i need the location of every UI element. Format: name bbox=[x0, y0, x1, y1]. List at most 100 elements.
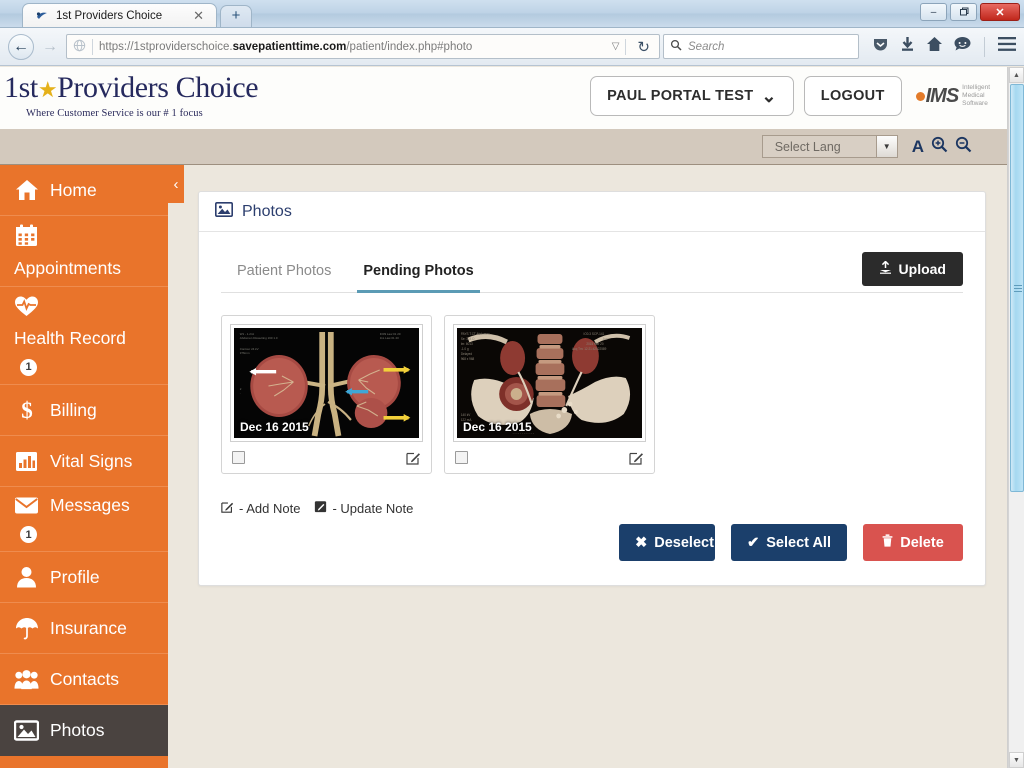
url-separator bbox=[92, 38, 93, 55]
sidebar-item-vital-signs[interactable]: Vital Signs bbox=[0, 436, 168, 488]
scrollbar-thumb[interactable] bbox=[1010, 84, 1024, 492]
site-logo[interactable]: 1st★Providers Choice Where Customer Serv… bbox=[4, 71, 259, 120]
delete-button[interactable]: Delete bbox=[863, 524, 963, 561]
photo-card[interactable]: W1 - 1.2ml Abdomen Dissecting 160 1.0 Co… bbox=[221, 315, 432, 474]
sidebar-item-appointments[interactable]: Appointments bbox=[0, 216, 168, 288]
window-close-button[interactable]: ✕ bbox=[980, 3, 1020, 21]
umbrella-icon bbox=[14, 617, 39, 640]
font-normal-button[interactable]: A bbox=[912, 137, 924, 157]
back-icon[interactable]: ← bbox=[8, 33, 34, 60]
logout-button[interactable]: LOGOUT bbox=[803, 76, 902, 116]
sidebar-item-insurance[interactable]: Insurance bbox=[0, 603, 168, 655]
select-all-label: Select All bbox=[766, 534, 831, 551]
photo-thumbnail[interactable]: PAYS T.CT-Abdomen Se: 304 D Im: 6013 -1.… bbox=[457, 328, 642, 438]
chevron-down-icon: ⌄ bbox=[761, 85, 777, 106]
language-toolbar: Select Lang ▼ A bbox=[0, 129, 1008, 165]
svg-text:PAYS T.CT-Abdomen: PAYS T.CT-Abdomen bbox=[461, 332, 490, 336]
home-icon[interactable] bbox=[926, 36, 943, 57]
sidebar-item-billing[interactable]: $ Billing bbox=[0, 385, 168, 437]
sidebar-label: Messages bbox=[50, 495, 130, 516]
add-note-icon[interactable] bbox=[629, 450, 644, 465]
address-bar[interactable]: https://1stproviderschoice.savepatientti… bbox=[66, 34, 660, 59]
sidebar-label: Profile bbox=[50, 567, 100, 588]
logo-wordmark: 1st★Providers Choice bbox=[4, 71, 259, 104]
sidebar-item-photos[interactable]: Photos bbox=[0, 705, 168, 757]
user-menu-button[interactable]: PAUL PORTAL TEST ⌄ bbox=[590, 76, 794, 116]
language-select-value: Select Lang bbox=[774, 139, 841, 154]
chat-icon[interactable] bbox=[954, 36, 971, 57]
photo-frame: W1 - 1.2ml Abdomen Dissecting 160 1.0 Co… bbox=[230, 324, 423, 442]
sidebar-collapse-button[interactable]: ‹ bbox=[168, 165, 184, 203]
scrollbar-grip-icon bbox=[1014, 285, 1022, 292]
pocket-icon[interactable] bbox=[872, 36, 889, 58]
upload-button[interactable]: Upload bbox=[861, 252, 963, 286]
new-tab-button[interactable]: + bbox=[220, 5, 252, 27]
svg-text:11L Law 01 20: 11L Law 01 20 bbox=[380, 336, 399, 340]
bar-chart-icon bbox=[14, 451, 39, 472]
user-menu-label: PAUL PORTAL TEST bbox=[607, 88, 754, 104]
photo-card-actions bbox=[230, 442, 423, 473]
tab-pending-photos[interactable]: Pending Photos bbox=[347, 253, 489, 293]
chevron-down-icon[interactable]: ▼ bbox=[875, 136, 897, 157]
search-input[interactable]: Search bbox=[663, 34, 859, 59]
tab-close-icon[interactable]: ✕ bbox=[189, 9, 208, 22]
language-select[interactable]: Select Lang ▼ bbox=[761, 135, 898, 158]
url-dropdown-icon[interactable]: ▽ bbox=[612, 41, 620, 52]
add-note-icon[interactable] bbox=[406, 450, 421, 465]
ims-logo: IMS Intelligent Medical Software bbox=[912, 84, 1008, 108]
main-content: Photos Patient Photos Pending Photos Upl… bbox=[168, 165, 1008, 768]
upload-label: Upload bbox=[898, 261, 946, 277]
heartbeat-icon bbox=[14, 295, 39, 317]
svg-text:-: - bbox=[240, 391, 241, 395]
downloads-icon[interactable] bbox=[900, 36, 915, 57]
photo-card[interactable]: PAYS T.CT-Abdomen Se: 304 D Im: 6013 -1.… bbox=[444, 315, 655, 474]
select-all-button[interactable]: ✔ Select All bbox=[731, 524, 847, 561]
tab-strip: 1st Providers Choice ✕ + bbox=[22, 3, 252, 27]
sidebar-item-home[interactable]: Home bbox=[0, 165, 168, 216]
photo-thumbnail[interactable]: W1 - 1.2ml Abdomen Dissecting 160 1.0 Co… bbox=[234, 328, 419, 438]
sidebar-item-my[interactable]: My bbox=[0, 756, 168, 768]
sidebar-badge: 1 bbox=[20, 359, 37, 377]
browser-tab[interactable]: 1st Providers Choice ✕ bbox=[22, 3, 217, 27]
sidebar-item-contacts[interactable]: Contacts bbox=[0, 654, 168, 706]
toolbar-divider bbox=[984, 36, 985, 57]
minimize-button[interactable]: – bbox=[920, 3, 947, 21]
svg-text:Delayed: Delayed bbox=[461, 352, 472, 356]
scroll-up-arrow-icon[interactable]: ▲ bbox=[1009, 67, 1024, 83]
sidebar-item-messages[interactable]: Messages 1 bbox=[0, 487, 168, 553]
photo-select-checkbox[interactable] bbox=[455, 451, 468, 464]
url-text: https://1stproviderschoice.savepatientti… bbox=[99, 40, 473, 53]
deselect-all-button[interactable]: ✖ Deselect All bbox=[619, 524, 716, 561]
deselect-all-label: Deselect All bbox=[654, 534, 715, 551]
trash-icon bbox=[882, 534, 893, 551]
logo-tagline: Where Customer Service is our # 1 focus bbox=[26, 108, 203, 119]
zoom-out-icon[interactable] bbox=[955, 136, 972, 158]
ims-tagline: Intelligent Medical Software bbox=[962, 83, 990, 108]
photo-date-overlay: Dec 16 2015 bbox=[240, 420, 309, 434]
user-icon bbox=[14, 566, 39, 588]
envelope-icon bbox=[14, 496, 39, 515]
page-scrollbar[interactable]: ▲ ▼ bbox=[1008, 67, 1024, 768]
zoom-in-icon[interactable] bbox=[931, 136, 948, 158]
scroll-down-arrow-icon[interactable]: ▼ bbox=[1009, 752, 1024, 768]
forward-icon[interactable]: → bbox=[37, 34, 63, 60]
sidebar-item-health-record[interactable]: Health Record 1 bbox=[0, 287, 168, 386]
sidebar-item-profile[interactable]: Profile bbox=[0, 552, 168, 604]
page-title: Photos bbox=[242, 202, 292, 220]
photo-card-actions bbox=[453, 442, 646, 473]
photo-icon bbox=[215, 201, 233, 222]
reload-icon[interactable]: ↻ bbox=[632, 38, 655, 56]
maximize-button[interactable] bbox=[950, 3, 977, 21]
tab-patient-photos[interactable]: Patient Photos bbox=[221, 253, 347, 292]
photo-frame: PAYS T.CT-Abdomen Se: 304 D Im: 6013 -1.… bbox=[453, 324, 646, 442]
logo-star-icon: ★ bbox=[37, 77, 58, 102]
photo-legend: - Add Note - Update Note bbox=[221, 474, 963, 516]
sidebar-label: Contacts bbox=[50, 669, 120, 690]
update-note-icon bbox=[314, 500, 327, 516]
hamburger-menu-icon[interactable] bbox=[998, 37, 1016, 56]
sidebar-label: Billing bbox=[50, 400, 97, 421]
ims-wordmark: IMS bbox=[925, 84, 960, 107]
web-page: 1st★Providers Choice Where Customer Serv… bbox=[0, 67, 1008, 768]
photo-select-checkbox[interactable] bbox=[232, 451, 245, 464]
site-header: 1st★Providers Choice Where Customer Serv… bbox=[0, 67, 1008, 129]
